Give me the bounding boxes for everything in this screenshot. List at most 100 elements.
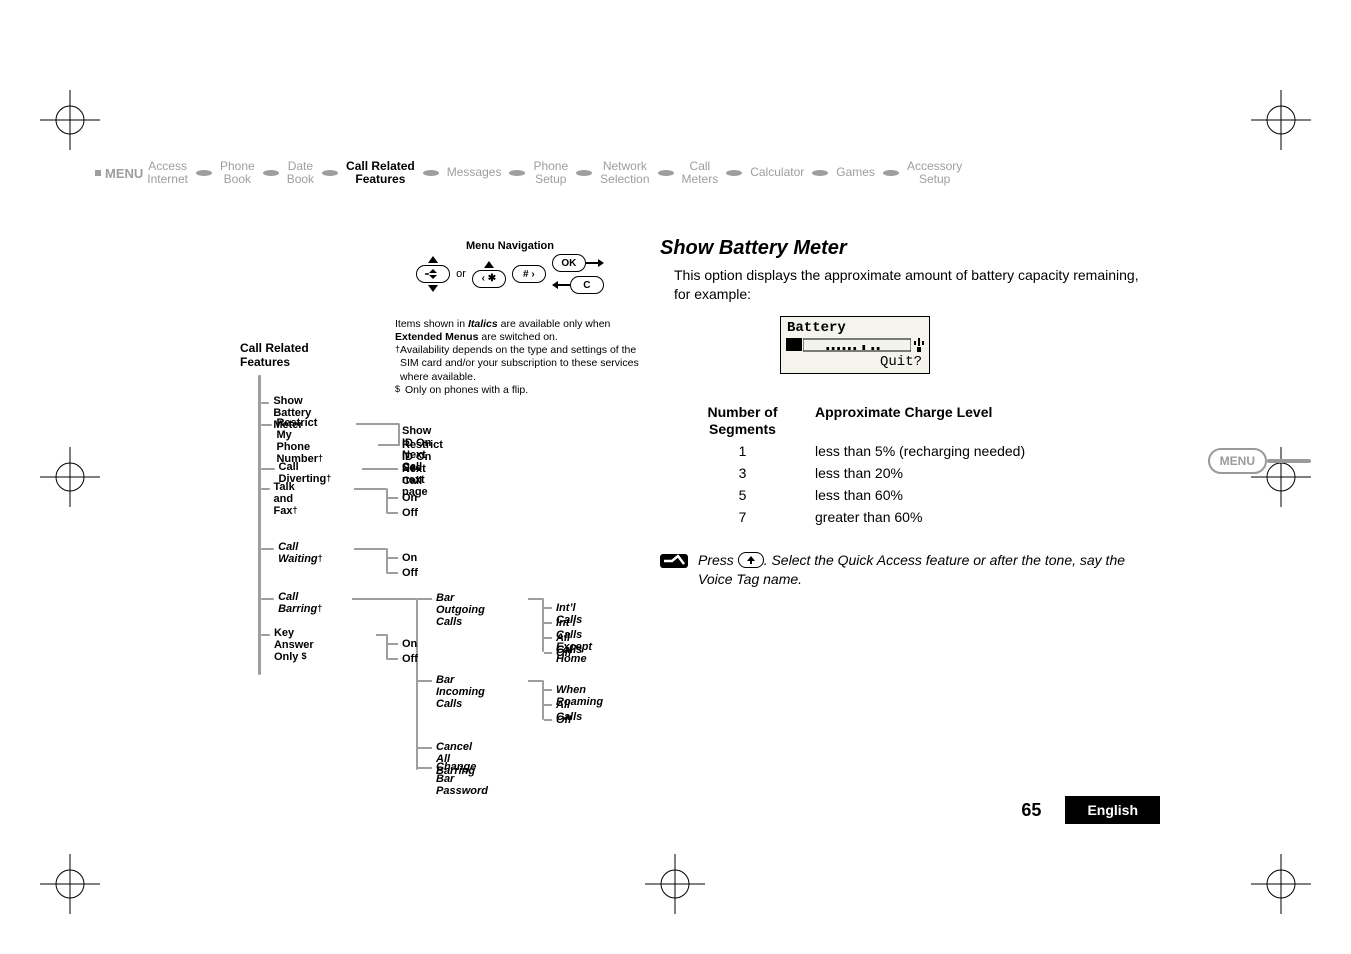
tree-subsubitem: Off <box>556 714 572 726</box>
breadcrumb-node: PhoneBook <box>218 160 257 186</box>
table-row: 3less than 20% <box>690 465 1140 481</box>
regmark-icon-br <box>1251 854 1311 914</box>
breadcrumb-separator-icon <box>877 169 905 177</box>
tip-text-a: Press <box>698 552 738 568</box>
breadcrumb-separator-icon <box>503 169 531 177</box>
right-arrow-icon <box>586 258 604 268</box>
note-text: Italics <box>468 318 498 330</box>
breadcrumb-node: Calculator <box>748 166 806 179</box>
breadcrumb-separator-icon <box>570 169 598 177</box>
tree-item-talkfax: Talk and Fax† <box>274 481 307 517</box>
table-cell-segments: 1 <box>690 443 795 459</box>
menu-navigation-title: Menu Navigation <box>395 240 625 252</box>
table-cell-desc: greater than 60% <box>815 509 922 525</box>
page-number: 65 <box>1021 800 1041 821</box>
table-cell-segments: 7 <box>690 509 795 525</box>
table-head-col2: Approximate Charge Level <box>815 404 992 438</box>
tree-subitem: Off <box>402 567 418 579</box>
breadcrumb-node: Games <box>834 166 877 179</box>
side-menu-tab: MENU <box>1208 448 1311 474</box>
charge-table: Number of Segments Approximate Charge Le… <box>690 404 1140 526</box>
ok-key-icon: OK <box>552 254 586 272</box>
dollar-icon: $ <box>395 384 405 397</box>
tree-item-restrict-l1: Restrict My <box>276 417 329 441</box>
breadcrumb-separator-icon <box>720 169 748 177</box>
scroll-key-icon <box>416 265 450 283</box>
signal-icon <box>912 338 926 352</box>
menu-breadcrumb: MENU AccessInternet PhoneBook DateBook Call… <box>95 155 1260 191</box>
notes-block: Items shown in Italics are available onl… <box>395 318 640 397</box>
side-menu-line-icon <box>1267 459 1311 463</box>
tree-subitem: Bar Outgoing Calls <box>436 592 485 628</box>
quick-access-icon <box>660 551 688 571</box>
battery-bar-icon <box>803 338 911 352</box>
note-text: Extended Menus <box>395 331 478 343</box>
breadcrumb-node: NetworkSelection <box>598 160 651 186</box>
language-badge: English <box>1065 796 1160 824</box>
up-key-icon <box>738 552 764 568</box>
note-text: Availability depends on the type and set… <box>400 344 640 383</box>
tree-item-waiting: Call Waiting† <box>278 541 327 565</box>
breadcrumb-node: AccessInternet <box>145 160 190 186</box>
down-arrow-icon <box>428 285 438 292</box>
battery-icon <box>786 338 802 351</box>
page-footer: 65 English <box>660 796 1160 824</box>
breadcrumb-node: CallMeters <box>680 160 721 186</box>
left-arrow-icon <box>552 280 570 290</box>
lcd-row-action: Quit? <box>784 354 926 370</box>
regmark-icon-bc <box>645 854 705 914</box>
breadcrumb-node: DateBook <box>285 160 316 186</box>
quick-access-tip: Press . Select the Quick Access feature … <box>660 551 1140 589</box>
breadcrumb-separator-icon <box>257 169 285 177</box>
section-title: Call Related Features <box>240 342 309 370</box>
tree-subitem: On <box>402 492 417 504</box>
tree-subsubitem: Off <box>556 647 572 659</box>
table-head-col1-l1: Number of <box>690 404 795 421</box>
breadcrumb-node: AccessorySetup <box>905 160 964 186</box>
breadcrumb-node: PhoneSetup <box>531 160 570 186</box>
table-cell-desc: less than 60% <box>815 487 903 503</box>
table-cell-desc: less than 20% <box>815 465 903 481</box>
star-key-icon: ‹ ✱ <box>472 270 506 288</box>
side-menu-label: MENU <box>1208 448 1267 474</box>
breadcrumb-separator-icon <box>806 169 834 177</box>
breadcrumb-separator-icon <box>190 169 218 177</box>
page-description: This option displays the approximate amo… <box>674 266 1140 304</box>
c-key-icon: C <box>570 276 604 294</box>
section-title-l2: Features <box>240 356 309 370</box>
breadcrumb-node: Call RelatedFeatures <box>344 160 417 186</box>
breadcrumb-separator-icon <box>652 169 680 177</box>
regmark-icon-tr <box>1251 90 1311 150</box>
note-text: are switched on. <box>478 331 557 343</box>
lcd-row-title: Battery <box>784 320 926 336</box>
menu-marker-icon <box>95 170 101 176</box>
hash-key-icon: # › <box>512 265 546 283</box>
regmark-icon-ml <box>40 447 100 507</box>
regmark-icon-bl <box>40 854 100 914</box>
up-arrow-icon <box>484 261 494 268</box>
tree-subitem: On <box>402 638 417 650</box>
table-cell-desc: less than 5% (recharging needed) <box>815 443 1025 459</box>
menu-navigation-figure: Menu Navigation or ‹ ✱ # › OK C <box>395 240 625 294</box>
regmark-icon-tl <box>40 90 100 150</box>
or-label: or <box>456 268 466 280</box>
section-title-l1: Call Related <box>240 342 309 356</box>
breadcrumb-separator-icon <box>417 169 445 177</box>
tree-subitem: Off <box>402 653 418 665</box>
note-text: Items shown in <box>395 318 468 330</box>
tree-subitem: On <box>402 552 417 564</box>
tree-item-barring: Call Barring† <box>278 591 327 615</box>
table-cell-segments: 5 <box>690 487 795 503</box>
note-text: are available only when <box>498 318 611 330</box>
table-row: 5 less than 60% <box>690 487 1140 503</box>
table-row: 7 greater than 60% <box>690 509 1140 525</box>
note-text: Only on phones with a flip. <box>405 384 528 397</box>
tree-subitem: Bar Incoming Calls <box>436 674 485 710</box>
tree-subitem: Off <box>402 507 418 519</box>
breadcrumb-node: Messages <box>445 166 504 179</box>
menu-label: MENU <box>105 166 143 181</box>
table-row: 1 less than 5% (recharging needed) <box>690 443 1140 459</box>
lcd-display: Battery Quit <box>780 316 930 374</box>
up-arrow-icon <box>428 256 438 263</box>
tree-item-key-answer: Key Answer Only $ <box>274 627 323 663</box>
